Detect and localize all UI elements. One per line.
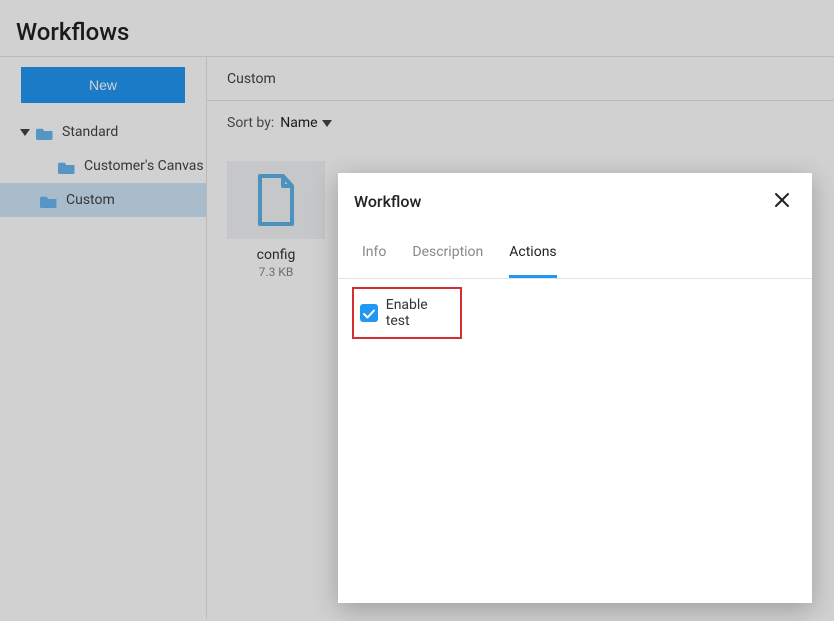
panel-body-actions: Enable test <box>338 279 812 347</box>
tab-info[interactable]: Info <box>362 229 386 278</box>
enable-test-row: Enable test <box>352 287 462 339</box>
tab-description[interactable]: Description <box>412 229 483 278</box>
panel-title: Workflow <box>354 192 421 211</box>
close-button[interactable] <box>768 187 796 215</box>
tab-actions[interactable]: Actions <box>509 229 556 278</box>
enable-test-checkbox[interactable] <box>360 304 378 322</box>
enable-test-label: Enable test <box>386 297 454 329</box>
workflow-panel: Workflow Info Description Actions Enable… <box>338 173 812 603</box>
panel-tabs: Info Description Actions <box>338 229 812 279</box>
check-icon <box>363 304 375 323</box>
panel-header: Workflow <box>338 173 812 229</box>
close-icon <box>773 191 791 212</box>
